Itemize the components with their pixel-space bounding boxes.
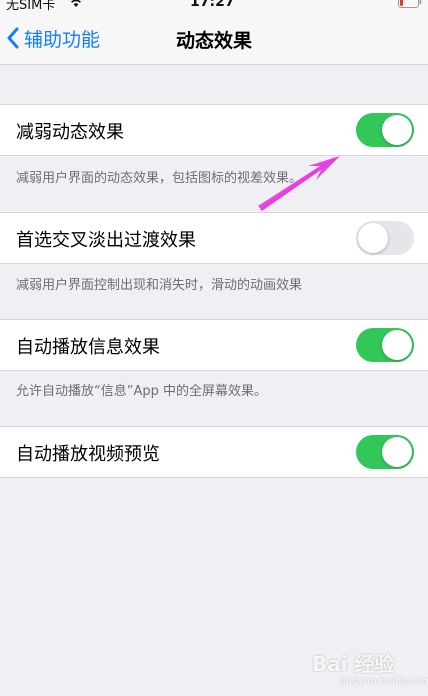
battery-icon bbox=[398, 0, 422, 8]
setting-footer-crossfade: 减弱用户界面控制出现和消失时，滑动的动画效果 bbox=[16, 278, 303, 293]
reduce-motion-toggle[interactable] bbox=[356, 113, 414, 147]
setting-row-video-preview: 自动播放视频预览 bbox=[0, 427, 428, 477]
toggle-knob bbox=[382, 115, 412, 145]
setting-row-crossfade: 首选交叉淡出过渡效果 bbox=[0, 213, 428, 263]
crossfade-toggle[interactable] bbox=[356, 221, 414, 255]
setting-label: 自动播放信息效果 bbox=[16, 337, 160, 358]
setting-footer-message-effects: 允许自动播放“信息”App 中的全屏幕效果。 bbox=[16, 384, 267, 399]
status-bar: 无SIM卡 17:27 bbox=[0, 0, 428, 12]
setting-label: 自动播放视频预览 bbox=[16, 444, 160, 465]
settings-group-crossfade: 首选交叉淡出过渡效果 bbox=[0, 212, 428, 264]
settings-group-message-effects: 自动播放信息效果 bbox=[0, 319, 428, 371]
wifi-icon bbox=[69, 0, 83, 7]
toggle-knob bbox=[382, 437, 412, 467]
video-preview-toggle[interactable] bbox=[356, 435, 414, 469]
setting-row-reduce-motion: 减弱动态效果 bbox=[0, 105, 428, 155]
setting-label: 首选交叉淡出过渡效果 bbox=[16, 230, 196, 251]
watermark-url: jingyan.baidu.com bbox=[340, 676, 428, 687]
navigation-bar: 辅助功能 动态效果 bbox=[0, 12, 428, 65]
page-title: 动态效果 bbox=[175, 30, 252, 52]
setting-label: 减弱动态效果 bbox=[16, 122, 124, 143]
setting-footer-reduce-motion: 减弱用户界面的动态效果，包括图标的视差效果。 bbox=[16, 171, 303, 186]
toggle-knob bbox=[382, 330, 412, 360]
status-time: 17:27 bbox=[190, 0, 235, 10]
carrier-label: 无SIM卡 bbox=[6, 0, 56, 12]
setting-row-message-effects: 自动播放信息效果 bbox=[0, 320, 428, 370]
settings-group-reduce-motion: 减弱动态效果 bbox=[0, 104, 428, 156]
toggle-knob bbox=[358, 223, 388, 253]
watermark: Bai 经验 bbox=[312, 652, 395, 676]
settings-group-video-preview: 自动播放视频预览 bbox=[0, 426, 428, 478]
message-effects-toggle[interactable] bbox=[356, 328, 414, 362]
